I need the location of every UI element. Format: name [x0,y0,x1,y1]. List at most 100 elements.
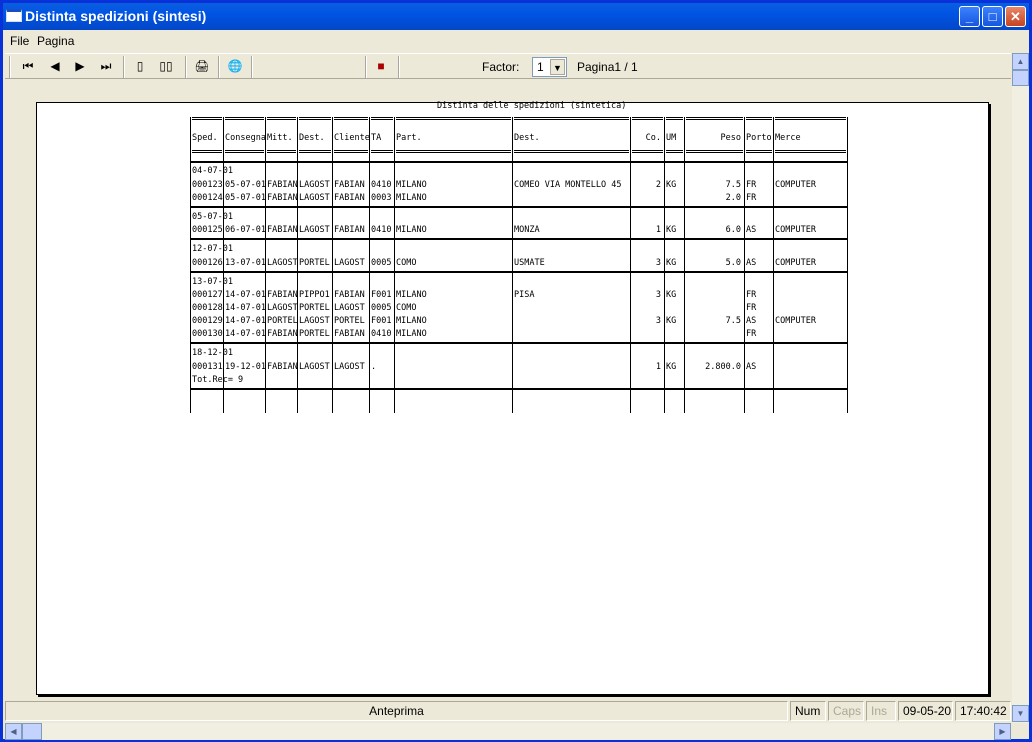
last-page-icon[interactable]: ⏭ [95,57,117,76]
cell-um: KG [666,316,677,326]
cell-merce: COMPUTER [775,225,816,235]
scroll-down-icon[interactable]: ▼ [1012,705,1029,722]
hscroll-thumb[interactable] [22,723,42,740]
toolbar-separator [365,56,367,78]
toolbar-separator [398,56,400,78]
first-page-icon[interactable]: ⏮ [17,57,39,76]
cell-colli: 3 [655,290,661,300]
column-header-colli: Co. [645,133,661,143]
header-rule [267,150,296,153]
factor-value: 1 [537,60,544,74]
report-page: Distinta delle spedizioni (sintetica) Sp… [36,101,989,695]
cell-part: MILANO [396,179,427,190]
header-rule [225,150,264,153]
cell-part: COMO [396,257,417,268]
header-rule [371,117,393,120]
cell-consegna: 19-12-01 [225,361,266,372]
prev-page-icon[interactable]: ◀ [44,57,66,76]
single-page-icon[interactable]: ▯ [129,57,151,76]
cell-mitt: PORTEL [267,316,298,326]
cell-consegna: 14-07-01 [225,303,266,313]
status-num: Num [790,701,826,721]
group-date: 04-07-01 [192,166,233,176]
scroll-left-icon[interactable]: ◀ [5,723,22,740]
cell-sped: 000126 [192,257,223,268]
header-rule [514,117,629,120]
column-header-ta: TA [371,133,382,143]
exit-icon[interactable]: ■ [370,57,392,76]
cell-dest: PORTEL [299,303,330,313]
cell-colli: 1 [655,361,661,372]
cell-consegna: 14-07-01 [225,329,266,339]
maximize-button[interactable]: □ [982,6,1003,27]
cell-um: KG [666,179,677,190]
cell-mitt: FABIAN [267,225,298,235]
cell-mitt: FABIAN [267,192,298,203]
cell-part: COMO [396,303,417,313]
toolbar-separator [185,56,187,78]
header-rule [632,117,663,120]
cell-sped: 000128 [192,303,223,313]
cell-cliente: FABIAN [334,290,365,300]
chevron-down-icon[interactable]: ▼ [550,59,565,75]
cell-peso: 7.5 [725,316,741,326]
close-button[interactable]: ✕ [1005,6,1026,27]
app-icon [6,9,22,22]
next-page-icon[interactable]: ▶ [69,57,91,76]
cell-cliente: PORTEL [334,316,365,326]
cell-cliente: FABIAN [334,329,365,339]
cell-um: KG [666,257,677,268]
status-bar: Anteprima Num Caps Ins 09-05-2016 17:40:… [5,700,1011,722]
column-header-merce: Merce [775,133,801,143]
cell-ta: 0003 [371,192,392,203]
header-rule [666,117,683,120]
column-header-mitt: Mitt. [267,133,293,143]
header-rule [371,150,393,153]
header-rule [299,150,331,153]
cell-dest2: MONZA [514,225,540,235]
horizontal-scrollbar[interactable]: ◀ ▶ [5,723,1011,740]
title-bar[interactable]: Distinta spedizioni (sintesi) _ □ ✕ [3,3,1029,30]
cell-dest: LAGOST [299,179,330,190]
factor-select[interactable]: 1 ▼ [532,57,567,77]
header-rule [192,117,222,120]
preview-area: Distinta delle spedizioni (sintetica) Sp… [5,80,1011,697]
toolbar-separator [123,56,125,78]
cell-sped: 000130 [192,329,223,339]
cell-peso: 5.0 [725,257,741,268]
cell-peso: 7.5 [725,179,741,190]
toolbar: ⏮ ◀ ▶ ⏭ ▯ ▯▯ 🖨 🌐 ■ Factor: 1 ▼ Pagina1 /… [5,53,1011,79]
vertical-scrollbar[interactable]: ▲ ▼ [1012,53,1029,723]
scroll-thumb[interactable] [1012,70,1029,86]
cell-dest: PORTEL [299,329,330,339]
cell-ta: 0005 [371,257,392,268]
two-pages-icon[interactable]: ▯▯ [155,57,177,76]
cell-consegna: 05-07-01 [225,192,266,203]
menu-pagina[interactable]: Pagina [37,34,74,48]
column-header-peso: Peso [720,133,741,143]
menu-file[interactable]: File [10,34,29,48]
group-date: 12-07-01 [192,244,233,254]
cell-porto: FR [746,192,757,203]
scroll-up-icon[interactable]: ▲ [1012,53,1029,70]
cell-um: KG [666,225,677,235]
scroll-right-icon[interactable]: ▶ [994,723,1011,740]
cell-dest: LAGOST [299,316,330,326]
cell-part: MILANO [396,329,427,339]
minimize-button[interactable]: _ [959,6,980,27]
cell-peso: 2.0 [725,192,741,203]
cell-porto: FR [746,290,757,300]
export-icon[interactable]: 🌐 [224,57,246,76]
cell-consegna: 05-07-01 [225,179,266,190]
cell-sped: 000123 [192,179,223,190]
cell-ta: 0410 [371,179,392,190]
toolbar-separator [218,56,220,78]
cell-sped: 000127 [192,290,223,300]
cell-cliente: LAGOST [334,361,365,372]
header-rule [666,150,683,153]
group-date: 18-12-01 [192,348,233,358]
print-icon[interactable]: 🖨 [191,57,213,76]
cell-colli: 1 [655,225,661,235]
group-separator [190,238,847,240]
group-separator [190,205,847,208]
